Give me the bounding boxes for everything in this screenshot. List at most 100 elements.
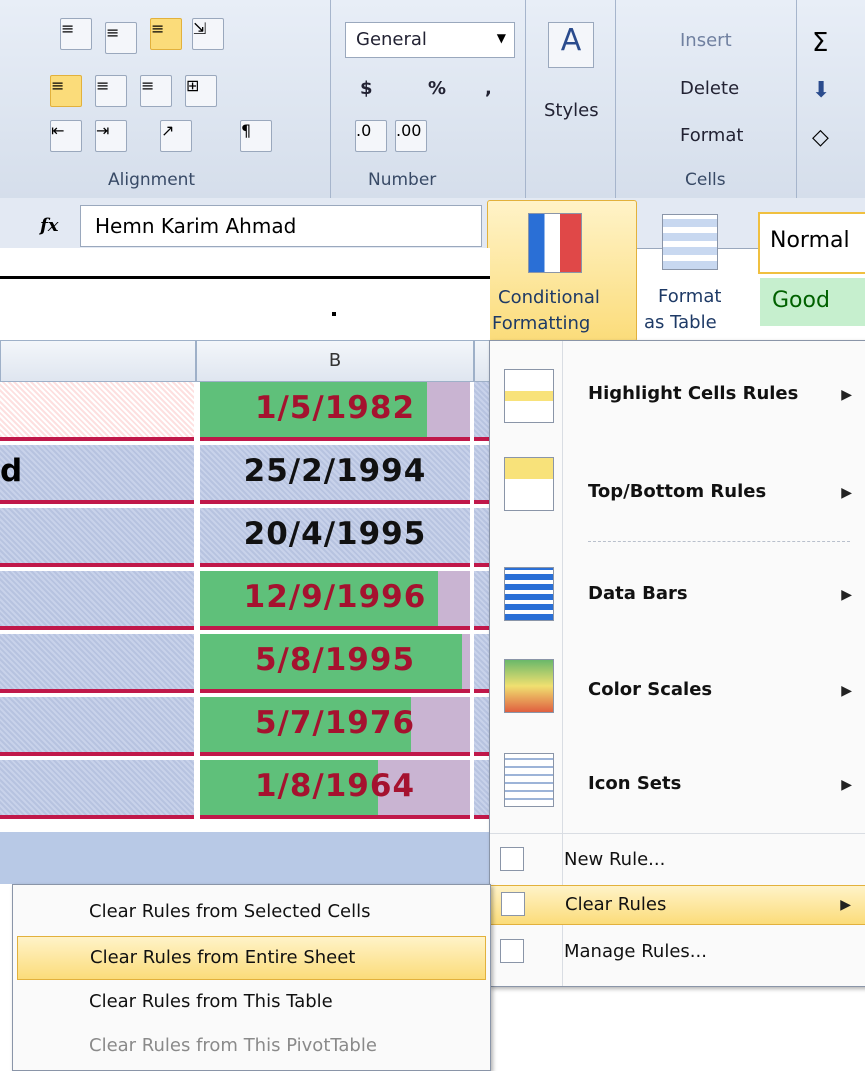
- manage-rules-icon: [500, 939, 524, 963]
- clear-selected-cells[interactable]: Clear Rules from Selected Cells: [13, 891, 490, 935]
- cell-c[interactable]: [474, 508, 490, 567]
- merge-center-icon[interactable]: ⊞: [185, 75, 217, 107]
- increase-decimal-icon[interactable]: .0: [355, 120, 387, 152]
- orientation-icon[interactable]: ↗: [160, 120, 192, 152]
- cells-label: Cells: [685, 170, 726, 190]
- format-table-icon: [662, 214, 718, 270]
- menu-new-rule[interactable]: New Rule...: [490, 841, 865, 881]
- submenu-arrow-icon: ▶: [841, 485, 852, 501]
- cell-b[interactable]: 5/8/1995: [200, 634, 470, 693]
- clear-rules-submenu: Clear Rules from Selected Cells Clear Ru…: [12, 884, 491, 1071]
- chevron-down-icon: ▼: [496, 31, 506, 45]
- cell-b[interactable]: 12/9/1996: [200, 571, 470, 630]
- decrease-decimal-icon[interactable]: .00: [395, 120, 427, 152]
- submenu-arrow-icon: ▶: [841, 387, 852, 403]
- cell-b[interactable]: 25/2/1994: [200, 445, 470, 504]
- cell-a[interactable]: [0, 697, 194, 756]
- styles-button[interactable]: A Styles: [530, 20, 615, 180]
- conditional-formatting-label-1: Conditional: [498, 287, 600, 308]
- comma-button[interactable]: ,: [485, 78, 492, 99]
- cell-a[interactable]: [0, 634, 194, 693]
- menu-clear-rules[interactable]: Clear Rules ▶: [490, 885, 865, 925]
- style-normal[interactable]: Normal: [758, 212, 865, 274]
- center-icon[interactable]: ≡: [95, 75, 127, 107]
- clear-rules-icon: [501, 892, 525, 916]
- insert-button[interactable]: Insert: [680, 30, 732, 51]
- cell-c[interactable]: [474, 445, 490, 504]
- menu-colorscales-label: Color Scales: [588, 679, 713, 700]
- menu-highlight-label: Highlight Cells Rules: [588, 383, 799, 404]
- styles-label: Styles: [544, 100, 599, 121]
- cell-a[interactable]: [0, 760, 194, 819]
- number-format-value: General: [356, 29, 427, 50]
- cell-c[interactable]: [474, 697, 490, 756]
- delete-button[interactable]: Delete: [680, 78, 739, 99]
- clear-this-table[interactable]: Clear Rules from This Table: [13, 981, 490, 1025]
- sum-icon[interactable]: Σ: [812, 28, 828, 58]
- clear-table-label: Clear Rules from This Table: [89, 991, 333, 1012]
- align-middle-icon[interactable]: ≡: [105, 22, 137, 54]
- cell-date: 20/4/1995: [243, 516, 427, 552]
- cell-b[interactable]: 20/4/1995: [200, 508, 470, 567]
- cell-date: 5/7/1976: [254, 705, 416, 741]
- submenu-arrow-icon: ▶: [841, 683, 852, 699]
- menu-databars-label: Data Bars: [588, 583, 688, 604]
- menu-manage-rules[interactable]: Manage Rules...: [490, 933, 865, 973]
- conditional-formatting-menu: Highlight Cells Rules ▶ Top/Bottom Rules…: [489, 340, 865, 987]
- clear-entire-label: Clear Rules from Entire Sheet: [90, 947, 356, 968]
- format-as-table-button[interactable]: Format as Table: [640, 200, 750, 342]
- percent-button[interactable]: %: [428, 78, 446, 99]
- new-rule-icon: [500, 847, 524, 871]
- decrease-indent-icon[interactable]: ⇤: [50, 120, 82, 152]
- style-good[interactable]: Good: [760, 278, 865, 326]
- cell-c[interactable]: [474, 760, 490, 819]
- menu-data-bars[interactable]: Data Bars ▶: [490, 563, 865, 643]
- cell-c[interactable]: [474, 571, 490, 630]
- cell-b[interactable]: 1/8/1964: [200, 760, 470, 819]
- clear-entire-sheet[interactable]: Clear Rules from Entire Sheet: [17, 936, 486, 980]
- align-left-icon[interactable]: ≡: [50, 75, 82, 107]
- menu-topbottom-label: Top/Bottom Rules: [588, 481, 767, 502]
- menu-color-scales[interactable]: Color Scales ▶: [490, 659, 865, 739]
- wrap-text-icon[interactable]: ⇲: [192, 18, 224, 50]
- conditional-formatting-label-2: Formatting: [492, 313, 591, 334]
- cell-a[interactable]: [0, 382, 194, 441]
- column-header-b[interactable]: B: [196, 340, 474, 382]
- cell-a[interactable]: [0, 508, 194, 567]
- highlight-cells-icon: [504, 369, 554, 423]
- formula-input[interactable]: Hemn Karim Ahmad: [80, 205, 482, 247]
- text-direction-icon[interactable]: ¶: [240, 120, 272, 152]
- cell-date: 12/9/1996: [243, 579, 427, 615]
- cell-b[interactable]: 1/5/1982: [200, 382, 470, 441]
- sheet-top: [0, 248, 490, 340]
- currency-button[interactable]: $: [360, 78, 373, 99]
- data-bars-icon: [504, 567, 554, 621]
- number-format-dropdown[interactable]: General ▼: [345, 22, 515, 58]
- menu-clearrules-label: Clear Rules: [565, 894, 667, 915]
- color-scales-icon: [504, 659, 554, 713]
- cell-a[interactable]: [0, 571, 194, 630]
- align-right-icon[interactable]: ≡: [140, 75, 172, 107]
- column-header-a[interactable]: [0, 340, 196, 382]
- fx-icon[interactable]: fx: [40, 215, 58, 236]
- menu-highlight-cells-rules[interactable]: Highlight Cells Rules ▶: [490, 359, 865, 439]
- cell-c[interactable]: [474, 634, 490, 693]
- increase-indent-icon[interactable]: ⇥: [95, 120, 127, 152]
- menu-icon-sets[interactable]: Icon Sets ▶: [490, 753, 865, 833]
- format-as-table-label-1: Format: [658, 286, 722, 307]
- cell-b[interactable]: 5/7/1976: [200, 697, 470, 756]
- fill-icon[interactable]: ⬇: [812, 78, 830, 103]
- styles-icon: A: [548, 22, 594, 68]
- cell-a[interactable]: d: [0, 445, 194, 504]
- menu-top-bottom-rules[interactable]: Top/Bottom Rules ▶: [490, 453, 865, 533]
- conditional-formatting-icon: [528, 213, 582, 273]
- cell-c[interactable]: [474, 382, 490, 441]
- format-button[interactable]: Format: [680, 125, 743, 146]
- align-bottom-icon[interactable]: ≡: [150, 18, 182, 50]
- clear-selected-label: Clear Rules from Selected Cells: [89, 901, 371, 922]
- cell-date: 5/8/1995: [254, 642, 416, 678]
- align-top-icon[interactable]: ≡: [60, 18, 92, 50]
- clear-icon[interactable]: ◇: [812, 125, 829, 150]
- conditional-formatting-button[interactable]: Conditional Formatting: [487, 200, 637, 342]
- column-header-c[interactable]: [474, 340, 490, 382]
